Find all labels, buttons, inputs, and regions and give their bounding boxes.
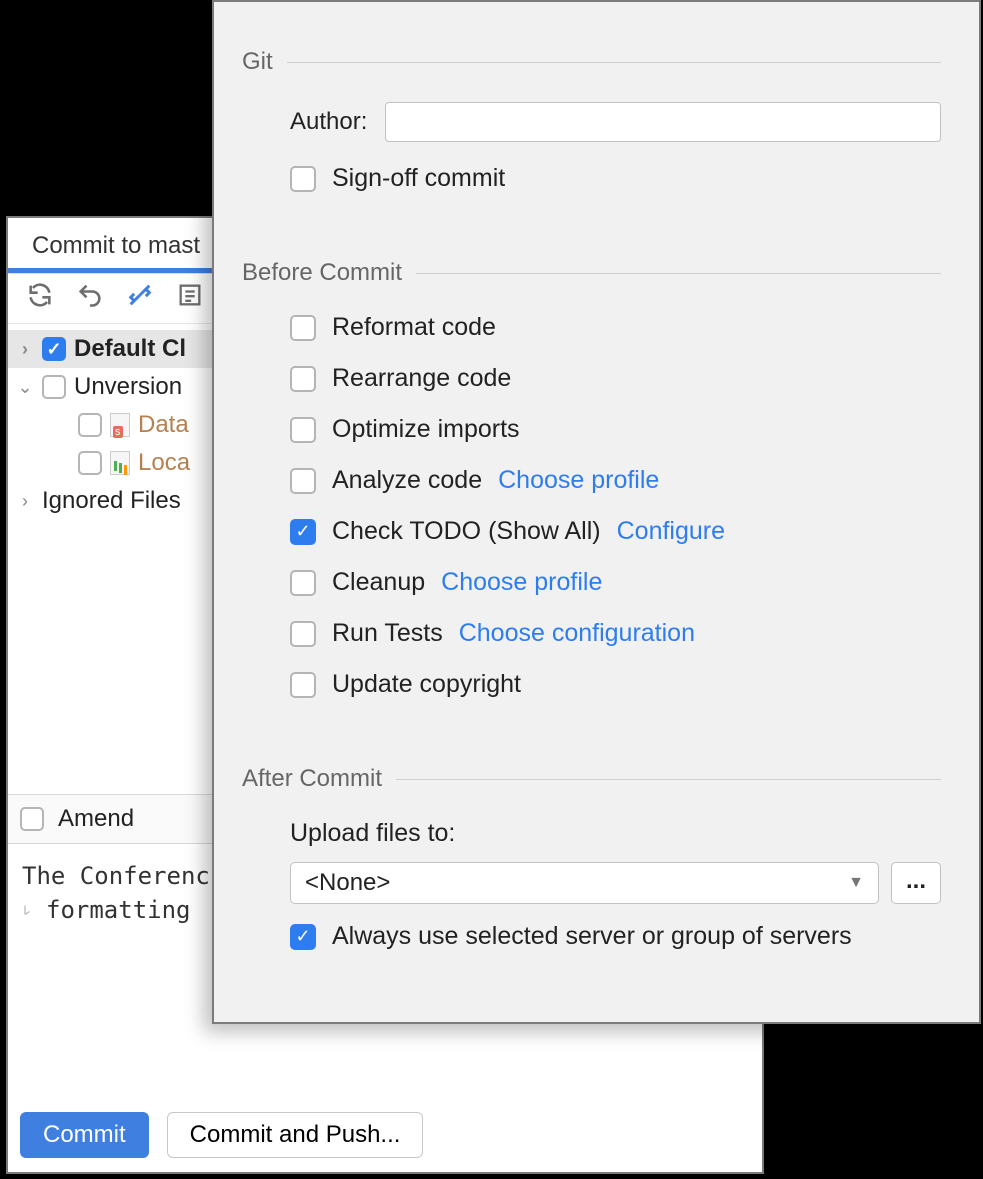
- file-checkbox[interactable]: [78, 413, 102, 437]
- upload-label: Upload files to:: [290, 819, 455, 848]
- before-commit-option[interactable]: Analyze code Choose profile: [290, 466, 941, 495]
- section-git-title: Git: [242, 48, 941, 76]
- chevron-down-icon: ▼: [848, 874, 864, 892]
- option-link[interactable]: Choose configuration: [459, 619, 695, 648]
- option-checkbox[interactable]: ✓: [290, 519, 316, 545]
- option-label: Optimize imports: [332, 415, 520, 444]
- option-label: Run Tests: [332, 619, 443, 648]
- option-checkbox[interactable]: [290, 570, 316, 596]
- before-commit-option[interactable]: Run Tests Choose configuration: [290, 619, 941, 648]
- before-commit-option[interactable]: Cleanup Choose profile: [290, 568, 941, 597]
- section-after-title: After Commit: [242, 765, 941, 793]
- author-input[interactable]: [385, 102, 941, 142]
- before-commit-option[interactable]: ✓ Check TODO (Show All) Configure: [290, 517, 941, 546]
- commit-and-push-button[interactable]: Commit and Push...: [167, 1112, 424, 1158]
- option-label: Reformat code: [332, 313, 496, 342]
- before-commit-option[interactable]: Optimize imports: [290, 415, 941, 444]
- option-checkbox[interactable]: [290, 417, 316, 443]
- option-label: Check TODO (Show All): [332, 517, 601, 546]
- diff-icon[interactable]: [126, 281, 154, 316]
- upload-row: <None> ▼ ...: [290, 862, 941, 904]
- chevron-down-icon: ⌄: [16, 377, 34, 398]
- author-label: Author:: [290, 108, 367, 136]
- changelist-label: Default Cl: [74, 335, 186, 363]
- option-checkbox[interactable]: [290, 672, 316, 698]
- before-commit-option[interactable]: Update copyright: [290, 670, 941, 699]
- unversioned-checkbox[interactable]: [42, 375, 66, 399]
- option-checkbox[interactable]: [290, 621, 316, 647]
- chevron-right-icon: ›: [16, 491, 34, 512]
- commit-button[interactable]: Commit: [20, 1112, 149, 1158]
- option-label: Cleanup: [332, 568, 425, 597]
- changelist-checkbox[interactable]: ✓: [42, 337, 66, 361]
- option-label: Analyze code: [332, 466, 482, 495]
- tab-commit[interactable]: Commit to mast: [32, 232, 200, 260]
- file-checkbox[interactable]: [78, 451, 102, 475]
- sign-off-checkbox[interactable]: [290, 166, 316, 192]
- upload-target-select[interactable]: <None> ▼: [290, 862, 879, 904]
- option-label: Sign-off commit: [332, 164, 505, 193]
- browse-button[interactable]: ...: [891, 862, 941, 904]
- always-use-checkbox[interactable]: ✓: [290, 924, 316, 950]
- select-value: <None>: [305, 869, 390, 897]
- upload-label-row: Upload files to:: [290, 819, 941, 848]
- before-commit-option[interactable]: Rearrange code: [290, 364, 941, 393]
- chevron-right-icon: ›: [16, 339, 34, 360]
- revert-icon[interactable]: [76, 281, 104, 316]
- always-use-option[interactable]: ✓ Always use selected server or group of…: [290, 922, 941, 951]
- file-icon: [110, 451, 130, 475]
- commit-options-popup: Git Author: Sign-off commit Before Commi…: [212, 0, 981, 1024]
- amend-checkbox[interactable]: [20, 807, 44, 831]
- option-link[interactable]: Choose profile: [498, 466, 659, 495]
- refresh-icon[interactable]: [26, 281, 54, 316]
- section-before-title: Before Commit: [242, 259, 941, 287]
- commit-buttons: Commit Commit and Push...: [20, 1112, 423, 1158]
- option-label: Update copyright: [332, 670, 521, 699]
- file-name: Loca: [138, 449, 190, 477]
- option-label: Rearrange code: [332, 364, 511, 393]
- changelist-icon[interactable]: [176, 281, 204, 316]
- option-label: Always use selected server or group of s…: [332, 922, 852, 951]
- ignored-label: Ignored Files: [42, 487, 181, 515]
- unversioned-label: Unversion: [74, 373, 182, 401]
- sign-off-option[interactable]: Sign-off commit: [290, 164, 941, 193]
- option-checkbox[interactable]: [290, 315, 316, 341]
- before-commit-option[interactable]: Reformat code: [290, 313, 941, 342]
- option-link[interactable]: Configure: [617, 517, 725, 546]
- wrap-icon: [22, 901, 40, 919]
- option-checkbox[interactable]: [290, 468, 316, 494]
- amend-label: Amend: [58, 805, 134, 833]
- file-icon: [110, 413, 130, 437]
- file-name: Data: [138, 411, 189, 439]
- author-row: Author:: [290, 102, 941, 142]
- option-link[interactable]: Choose profile: [441, 568, 602, 597]
- option-checkbox[interactable]: [290, 366, 316, 392]
